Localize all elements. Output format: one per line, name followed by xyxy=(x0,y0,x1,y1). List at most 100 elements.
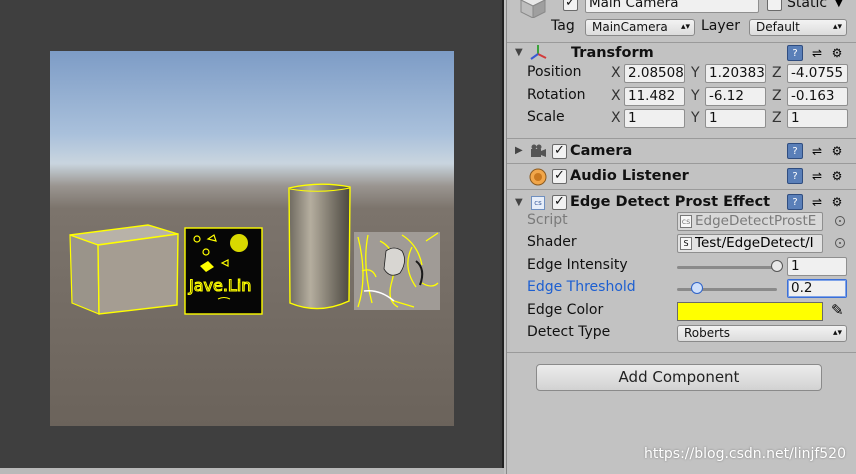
game-view-bottom-strip xyxy=(0,468,504,474)
scale-y-field[interactable]: 1 xyxy=(705,109,766,128)
edge-threshold-field[interactable]: 0.2 xyxy=(787,279,847,298)
tag-dropdown-arrow-icon: ▴▾ xyxy=(680,22,690,32)
preset-sliders-icon[interactable]: ⇌ xyxy=(809,194,825,210)
static-label: Static xyxy=(787,0,828,11)
help-book-icon[interactable]: ? xyxy=(787,168,803,184)
inspector-panel: ✓ Main Camera Static ▼ Tag MainCamera ▴▾… xyxy=(506,0,856,474)
script-picker-icon xyxy=(835,216,845,226)
audio-listener-enabled-checkbox[interactable]: ✓ xyxy=(552,169,567,184)
audio-listener-title: Audio Listener xyxy=(570,168,689,184)
transform-header-icons: ? ⇌ ⚙ xyxy=(787,45,847,61)
detect-type-arrow-icon: ▴▾ xyxy=(832,328,842,338)
layer-dropdown[interactable]: Default ▴▾ xyxy=(749,19,847,36)
edge-effect-header-icons: ? ⇌ ⚙ xyxy=(787,194,847,210)
rotation-x-field[interactable]: 11.482 xyxy=(624,87,685,106)
gear-icon[interactable]: ⚙ xyxy=(829,143,845,159)
tag-dropdown[interactable]: MainCamera ▴▾ xyxy=(585,19,695,36)
watermark-text: https://blog.csdn.net/linjf520 xyxy=(644,446,846,462)
axis-label-z: Z xyxy=(772,110,782,126)
scale-z-field[interactable]: 1 xyxy=(787,109,848,128)
audio-listener-icon xyxy=(529,168,547,186)
static-checkbox[interactable] xyxy=(767,0,782,11)
scene-cylinder xyxy=(288,183,351,310)
camera-enabled-checkbox[interactable]: ✓ xyxy=(552,144,567,159)
shader-label: Shader xyxy=(527,234,577,250)
static-dropdown-arrow-icon[interactable]: ▼ xyxy=(835,0,843,9)
tag-label: Tag xyxy=(551,18,575,34)
axis-label-x: X xyxy=(611,65,621,81)
edge-threshold-slider-knob[interactable] xyxy=(691,282,703,294)
detect-type-label: Detect Type xyxy=(527,324,611,340)
layer-dropdown-value: Default xyxy=(756,20,800,34)
transform-fold-icon[interactable]: ▼ xyxy=(515,47,523,58)
tag-dropdown-value: MainCamera xyxy=(592,20,668,34)
position-label: Position xyxy=(527,64,582,80)
texture-text: Jave.Lin xyxy=(188,276,251,295)
add-component-button[interactable]: Add Component xyxy=(536,364,822,391)
script-field: cs EdgeDetectProstE xyxy=(677,212,823,231)
rotation-label: Rotation xyxy=(527,87,586,103)
axis-label-x: X xyxy=(611,110,621,126)
gameobject-icon xyxy=(519,0,547,19)
separator xyxy=(507,163,856,164)
transform-icon xyxy=(529,44,547,62)
camera-icon xyxy=(529,144,547,160)
edge-intensity-label: Edge Intensity xyxy=(527,257,628,273)
axis-label-x: X xyxy=(611,88,621,104)
scene-render: Jave.Lin xyxy=(69,183,440,315)
layer-dropdown-arrow-icon: ▴▾ xyxy=(832,22,842,32)
preset-sliders-icon[interactable]: ⇌ xyxy=(809,45,825,61)
game-view[interactable]: Jave.Lin xyxy=(0,0,504,474)
position-z-field[interactable]: -4.0755 xyxy=(787,64,848,83)
camera-header-icons: ? ⇌ ⚙ xyxy=(787,143,847,159)
script-value: EdgeDetectProstE xyxy=(695,213,817,229)
edge-intensity-slider-knob[interactable] xyxy=(771,260,783,272)
rotation-z-field[interactable]: -0.163 xyxy=(787,87,848,106)
scale-x-field[interactable]: 1 xyxy=(624,109,685,128)
separator xyxy=(507,352,856,353)
gear-icon[interactable]: ⚙ xyxy=(829,45,845,61)
scale-label: Scale xyxy=(527,109,565,125)
edge-effect-title: Edge Detect Prost Effect xyxy=(570,194,771,210)
camera-title: Camera xyxy=(570,143,633,159)
edge-color-label: Edge Color xyxy=(527,302,604,318)
active-checkbox[interactable]: ✓ xyxy=(563,0,578,11)
camera-fold-icon[interactable]: ▶ xyxy=(515,145,523,156)
eyedropper-icon[interactable]: ✎ xyxy=(831,301,844,319)
detect-type-dropdown[interactable]: Roberts ▴▾ xyxy=(677,325,847,342)
preset-sliders-icon[interactable]: ⇌ xyxy=(809,143,825,159)
help-book-icon[interactable]: ? xyxy=(787,143,803,159)
help-book-icon[interactable]: ? xyxy=(787,194,803,210)
script-label: Script xyxy=(527,212,568,228)
axis-label-y: Y xyxy=(691,65,700,81)
edge-color-swatch[interactable] xyxy=(677,302,823,321)
position-x-field[interactable]: 2.08508 xyxy=(624,64,685,83)
scene-photo-quad xyxy=(354,232,440,310)
shader-field[interactable]: S Test/EdgeDetect/I xyxy=(677,234,823,253)
shader-picker-icon[interactable] xyxy=(835,238,845,248)
gear-icon[interactable]: ⚙ xyxy=(829,194,845,210)
rotation-y-field[interactable]: -6.12 xyxy=(705,87,766,106)
preset-sliders-icon[interactable]: ⇌ xyxy=(809,168,825,184)
audio-listener-header-icons: ? ⇌ ⚙ xyxy=(787,168,847,184)
edge-effect-enabled-checkbox[interactable]: ✓ xyxy=(552,195,567,210)
help-book-icon[interactable]: ? xyxy=(787,45,803,61)
edge-intensity-slider[interactable] xyxy=(677,266,777,269)
separator xyxy=(507,42,856,43)
scene-textured-quad: Jave.Lin xyxy=(184,227,263,315)
script-asset-icon: cs xyxy=(680,215,692,228)
scene-cube xyxy=(69,224,179,315)
edge-intensity-field[interactable]: 1 xyxy=(787,257,847,276)
edge-effect-fold-icon[interactable]: ▼ xyxy=(515,197,523,208)
axis-label-z: Z xyxy=(772,65,782,81)
gear-icon[interactable]: ⚙ xyxy=(829,168,845,184)
position-y-field[interactable]: 1.20383 xyxy=(705,64,766,83)
shader-value: Test/EdgeDetect/I xyxy=(695,235,814,251)
axis-label-z: Z xyxy=(772,88,782,104)
object-name-field[interactable]: Main Camera xyxy=(585,0,759,13)
separator xyxy=(507,138,856,139)
script-file-icon: cs xyxy=(531,196,545,210)
layer-label: Layer xyxy=(701,18,741,34)
game-viewport[interactable]: Jave.Lin xyxy=(50,51,454,426)
axis-label-y: Y xyxy=(691,110,700,126)
